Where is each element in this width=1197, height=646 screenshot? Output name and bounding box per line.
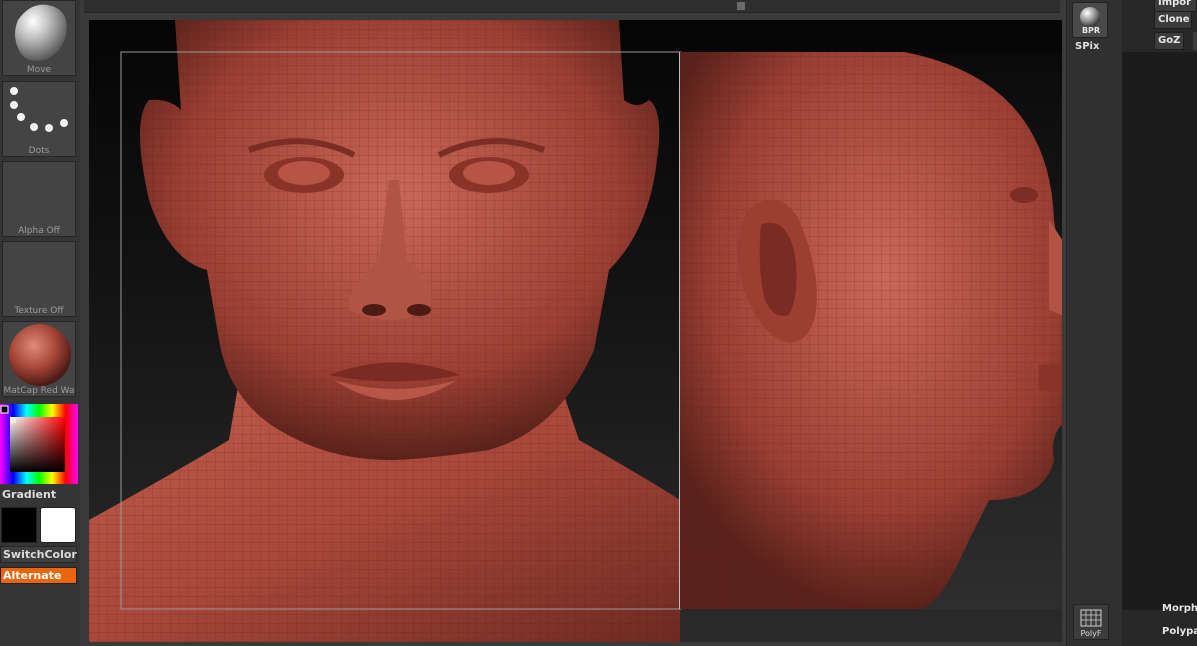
alpha-label: Alpha Off: [18, 226, 60, 236]
material-label: MatCap Red Wa: [3, 386, 75, 396]
polypaint-section[interactable]: Polypa: [1162, 626, 1197, 637]
bpr-label: BPR: [1081, 26, 1101, 35]
palette-dark-area: [1122, 52, 1197, 610]
alternate-button[interactable]: Alternate: [0, 567, 77, 584]
polyframe-label: PolyF: [1080, 629, 1102, 638]
right-shelf: BPR SPix PolyF: [1066, 0, 1122, 646]
polyframe-button[interactable]: PolyF: [1073, 604, 1109, 640]
goz-button[interactable]: GoZ: [1154, 32, 1184, 50]
top-scroll-strip: [84, 0, 1060, 13]
gradient-label[interactable]: Gradient: [2, 488, 56, 501]
bpr-button[interactable]: BPR: [1072, 2, 1108, 38]
stroke-button[interactable]: Dots: [2, 81, 76, 157]
polyframe-grid-icon: [1080, 609, 1102, 627]
stroke-label: Dots: [28, 146, 50, 156]
sculpt-render: [89, 20, 1062, 642]
material-button[interactable]: MatCap Red Wa: [2, 321, 76, 397]
secondary-color-swatch[interactable]: [40, 507, 76, 543]
brush-label: Move: [26, 65, 52, 75]
color-picker[interactable]: [0, 404, 78, 484]
texture-label: Texture Off: [14, 306, 64, 316]
move-brush-icon: [15, 4, 67, 61]
alpha-button[interactable]: Alpha Off: [2, 161, 76, 237]
scroll-handle[interactable]: [737, 2, 745, 10]
left-shelf: Move Dots Alpha Off Texture Off MatCap R…: [0, 0, 80, 646]
clone-button[interactable]: Clone: [1154, 11, 1192, 29]
texture-button[interactable]: Texture Off: [2, 241, 76, 317]
viewport-canvas[interactable]: [89, 20, 1062, 642]
brush-button[interactable]: Move: [2, 0, 76, 76]
switch-color-button[interactable]: SwitchColor: [0, 546, 77, 563]
palette-button-edge[interactable]: [1193, 32, 1197, 50]
spix-label[interactable]: SPix: [1075, 41, 1099, 52]
matcap-sphere-icon: [9, 324, 71, 386]
morph-target-section[interactable]: Morph: [1162, 603, 1197, 614]
dots-stroke-icon: [10, 87, 68, 132]
main-color-swatch[interactable]: [1, 507, 37, 543]
